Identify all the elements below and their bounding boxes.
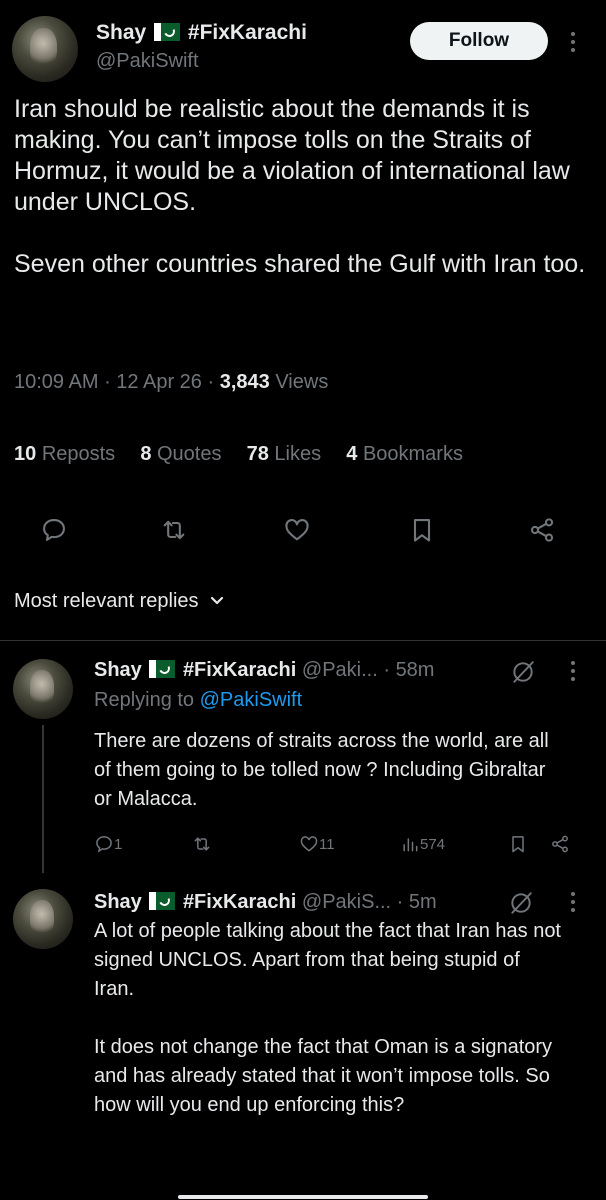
reply-display-name: Shay	[94, 659, 142, 681]
more-options-icon[interactable]	[570, 32, 576, 56]
reply-icon	[96, 836, 112, 853]
repost-icon[interactable]	[192, 834, 212, 854]
views-icon	[403, 838, 418, 852]
like-icon[interactable]	[283, 516, 311, 544]
author-avatar[interactable]	[12, 16, 78, 82]
likes-stat[interactable]: 78 Likes	[247, 443, 322, 465]
quotes-label: Quotes	[157, 443, 222, 465]
reply-item[interactable]: Shay #FixKarachi @PakiS... · 5m A lot of…	[0, 875, 606, 1200]
grok-icon[interactable]	[508, 890, 534, 916]
follow-button[interactable]: Follow	[410, 22, 548, 60]
replying-to-label: Replying to	[94, 689, 195, 711]
home-indicator	[178, 1195, 428, 1199]
reply-handle: @Paki...	[301, 659, 378, 681]
pakistan-flag-icon	[149, 892, 176, 910]
bookmarks-label: Bookmarks	[362, 443, 463, 465]
reply-item[interactable]: Shay #FixKarachi @Paki... · 58m Replying…	[0, 641, 606, 873]
reply-author-avatar[interactable]	[13, 889, 73, 949]
reply-more-options-icon[interactable]	[570, 892, 576, 916]
pakistan-flag-icon	[154, 23, 181, 41]
author-display-name: Shay	[96, 21, 147, 44]
reply-action-bar: 1 11 574	[94, 834, 584, 860]
author-hashtag: #FixKarachi	[187, 21, 307, 44]
repost-icon[interactable]	[160, 516, 188, 544]
tweet-body: Iran should be realistic about the deman…	[14, 94, 594, 280]
reply-reply-button[interactable]: 1	[94, 834, 122, 854]
tweet-text-paragraph-1: Iran should be realistic about the deman…	[14, 95, 570, 216]
action-bar	[0, 508, 606, 552]
replies-sort-label: Most relevant replies	[14, 590, 199, 612]
replying-to-line: Replying to @PakiSwift	[94, 689, 302, 712]
reply-time: 5m	[408, 891, 437, 913]
reply-hashtag: #FixKarachi	[182, 891, 297, 913]
tweet-text-paragraph-2: Seven other countries shared the Gulf wi…	[14, 250, 586, 278]
reply-icon[interactable]	[40, 516, 68, 544]
likes-count: 78	[246, 443, 269, 465]
share-icon[interactable]	[550, 834, 570, 854]
reply-view-count: 574	[420, 836, 446, 853]
replies-sort-dropdown[interactable]: Most relevant replies	[14, 590, 224, 613]
reply-text: There are dozens of straits across the w…	[94, 730, 549, 810]
reply-hashtag: #FixKarachi	[182, 659, 297, 681]
reply-like-count: 11	[319, 836, 335, 853]
pakistan-flag-icon	[149, 660, 176, 678]
engagement-stats: 10 Reposts 8 Quotes 78 Likes 4 Bookmarks	[14, 443, 463, 466]
bookmarks-stat[interactable]: 4 Bookmarks	[346, 443, 463, 465]
thread-connector-line	[42, 725, 44, 873]
quotes-stat[interactable]: 8 Quotes	[140, 443, 221, 465]
views-count: 3,843	[219, 371, 270, 393]
bookmark-icon[interactable]	[508, 834, 528, 854]
reply-time: 58m	[395, 659, 435, 681]
reply-views-button[interactable]: 574	[400, 834, 445, 854]
tweet-date[interactable]: 12 Apr 26	[116, 371, 202, 393]
reply-handle: @PakiS...	[301, 891, 392, 913]
bookmark-icon[interactable]	[408, 516, 436, 544]
like-icon	[300, 836, 318, 852]
tweet-metadata: 10:09 AM · 12 Apr 26 · 3,843 Views	[14, 371, 329, 393]
share-icon[interactable]	[528, 516, 556, 544]
reply-like-button[interactable]: 11	[299, 834, 335, 854]
likes-label: Likes	[274, 443, 322, 465]
author-name-line[interactable]: Shay #FixKarachi	[96, 20, 307, 46]
reply-text-paragraph-2: It does not change the fact that Oman is…	[94, 1036, 553, 1116]
views-label: Views	[275, 371, 329, 393]
reply-display-name: Shay	[94, 891, 142, 913]
grok-icon[interactable]	[510, 659, 536, 685]
replying-to-handle[interactable]: @PakiSwift	[200, 689, 303, 711]
reply-author-line[interactable]: Shay #FixKarachi @PakiS... · 5m	[94, 889, 437, 915]
reply-more-options-icon[interactable]	[570, 661, 576, 685]
reply-reply-count: 1	[114, 836, 123, 853]
tweet-time[interactable]: 10:09 AM	[14, 371, 99, 393]
reply-author-avatar[interactable]	[13, 659, 73, 719]
reposts-label: Reposts	[41, 443, 116, 465]
quotes-count: 8	[140, 443, 152, 465]
author-handle[interactable]: @PakiSwift	[96, 50, 199, 73]
reply-body: A lot of people talking about the fact t…	[94, 917, 564, 1120]
bookmarks-count: 4	[346, 443, 358, 465]
reposts-stat[interactable]: 10 Reposts	[14, 443, 115, 465]
reply-author-line[interactable]: Shay #FixKarachi @Paki... · 58m	[94, 657, 434, 683]
chevron-down-icon	[210, 596, 224, 605]
reply-text-paragraph-1: A lot of people talking about the fact t…	[94, 920, 561, 1000]
reposts-count: 10	[14, 443, 37, 465]
